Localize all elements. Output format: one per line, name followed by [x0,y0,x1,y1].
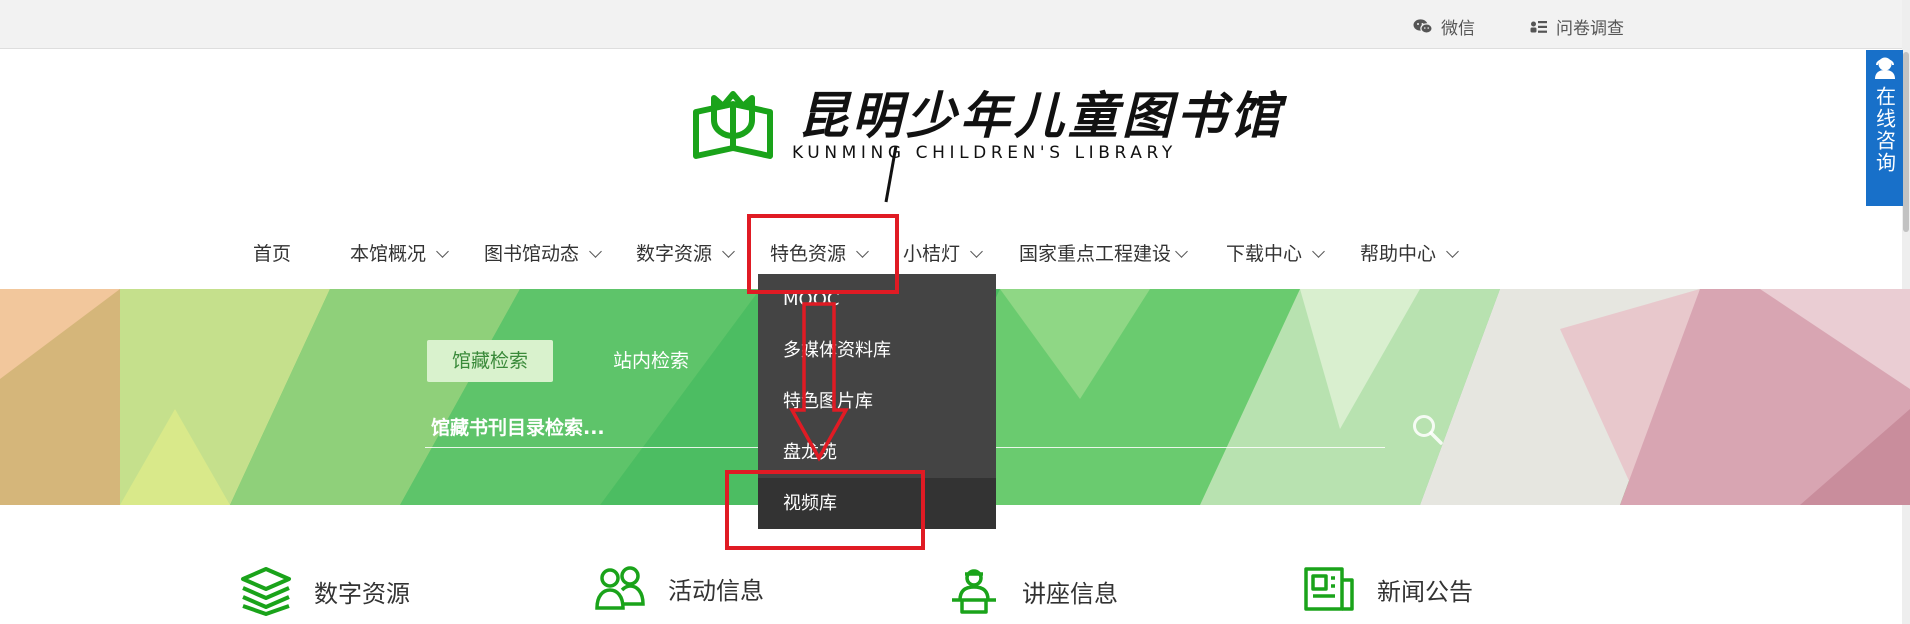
newspaper-icon [1304,567,1354,611]
chevron-down-icon [589,245,602,258]
tab-site-search[interactable]: 站内检索 [613,340,689,382]
nav-item-home[interactable]: 首页 [253,226,291,282]
category-activities[interactable]: 活动信息 [594,566,764,610]
search-icon[interactable] [1410,412,1446,448]
people-icon [595,566,645,610]
nav-label: 国家重点工程建设 [1019,243,1172,265]
survey-label: 问卷调查 [1556,19,1624,39]
nav-item-about[interactable]: 本馆概况 [350,226,449,282]
nav-label: 本馆概况 [350,243,427,265]
consult-label: 在线咨询 [1872,86,1897,174]
scrollbar-thumb[interactable] [1903,52,1909,232]
survey-icon [1530,20,1547,33]
nav-item-digital-resources[interactable]: 数字资源 [636,226,735,282]
chevron-down-icon [970,245,983,258]
category-label: 讲座信息 [1022,579,1118,608]
category-lectures[interactable]: 讲座信息 [948,566,1118,616]
category-label: 活动信息 [668,576,764,605]
highlight-box-nav [747,214,899,294]
highlight-box-video [725,470,925,550]
nav-item-national-projects[interactable]: 国家重点工程建设 [1019,226,1188,282]
chevron-down-icon [1175,245,1188,258]
library-name-en: KUNMING CHILDREN'S LIBRARY [792,143,1177,163]
nav-label: 下载中心 [1226,243,1303,265]
chevron-down-icon [436,245,449,258]
chevron-down-icon [1446,245,1459,258]
category-news[interactable]: 新闻公告 [1303,566,1473,612]
tab-label: 馆藏检索 [451,350,528,372]
nav-label: 首页 [253,243,292,265]
survey-link[interactable]: 问卷调查 [1530,14,1624,39]
annotation-arrow [789,302,849,462]
library-name-cn: 昆明少年儿童图书馆 [798,86,1284,145]
chevron-down-icon [1312,245,1325,258]
nav-item-help[interactable]: 帮助中心 [1360,226,1459,282]
layers-icon [241,567,291,616]
nav-label: 图书馆动态 [484,243,580,265]
nav-item-downloads[interactable]: 下载中心 [1226,226,1325,282]
category-digital-resources[interactable]: 数字资源 [240,566,410,616]
customer-service-icon [1874,57,1895,79]
consult-tab-notch [1866,196,1878,206]
library-logo-icon[interactable] [692,90,774,162]
nav-label: 帮助中心 [1360,243,1437,265]
tab-label: 站内检索 [613,350,690,372]
calligraphy-stroke [884,146,898,203]
nav-label: 小桔灯 [903,243,961,265]
wechat-link[interactable]: 微信 [1413,14,1475,39]
category-label: 新闻公告 [1377,577,1473,606]
wechat-icon [1413,19,1433,34]
wechat-label: 微信 [1441,19,1475,39]
chevron-down-icon [722,245,735,258]
lecturer-icon [952,569,996,614]
online-consult-button[interactable]: 在线咨询 [1866,50,1903,206]
tab-catalog-search[interactable]: 馆藏检索 [427,340,553,382]
top-bar: 微信 问卷调查 [0,0,1910,49]
category-label: 数字资源 [314,579,410,608]
nav-item-news[interactable]: 图书馆动态 [484,226,602,282]
nav-label: 数字资源 [636,243,713,265]
